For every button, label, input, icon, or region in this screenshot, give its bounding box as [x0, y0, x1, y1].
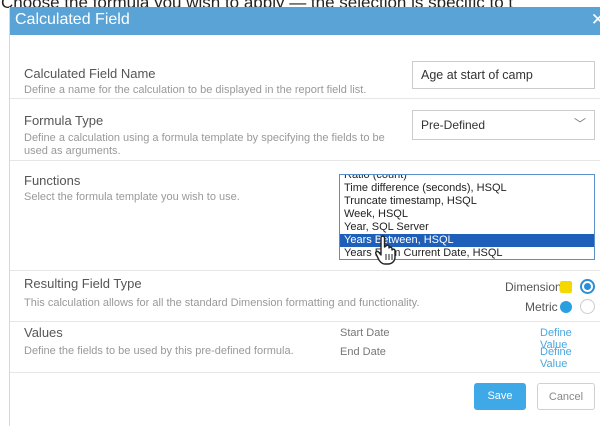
function-list-item[interactable]: Time difference (seconds), HSQL	[340, 182, 594, 195]
formula-type-select[interactable]: Pre-Defined ﹀	[412, 110, 595, 140]
dimension-option-label: Dimension	[505, 280, 562, 294]
metric-color-swatch	[560, 301, 572, 313]
end-date-label: End Date	[340, 346, 386, 358]
formula-type-value: Pre-Defined	[421, 118, 486, 132]
chevron-down-icon: ﹀	[573, 117, 586, 131]
function-list-item[interactable]: Truncate timestamp, HSQL	[340, 195, 594, 208]
field-name-input[interactable]: Age at start of camp	[412, 61, 595, 89]
function-list-item[interactable]: Year, SQL Server	[340, 221, 594, 234]
metric-radio[interactable]	[580, 299, 595, 314]
close-icon[interactable]: ✕	[591, 10, 600, 30]
dimension-color-swatch	[560, 281, 572, 293]
function-list-item[interactable]: Ratio (count)	[340, 175, 594, 182]
formula-type-description: Define a calculation using a formula tem…	[24, 132, 385, 157]
field-name-label: Calculated Field Name	[24, 66, 156, 81]
start-date-label: Start Date	[340, 327, 390, 339]
field-name-description: Define a name for the calculation to be …	[24, 84, 367, 96]
functions-label: Functions	[24, 173, 81, 188]
hand-cursor-icon	[375, 235, 396, 265]
calculated-field-dialog: Calculated Field ✕ Calculated Field Name…	[9, 7, 600, 426]
function-list-item[interactable]: Week, HSQL	[340, 208, 594, 221]
cancel-button[interactable]: Cancel	[537, 383, 595, 410]
values-description: Define the fields to be used by this pre…	[24, 345, 294, 357]
end-date-define-value-link[interactable]: Define Value	[540, 346, 600, 370]
formula-type-label: Formula Type	[24, 113, 104, 128]
dialog-titlebar: Calculated Field ✕	[10, 7, 600, 35]
dialog-title: Calculated Field	[15, 11, 130, 28]
save-button[interactable]: Save	[474, 383, 526, 410]
metric-option-label: Metric	[525, 300, 558, 314]
result-type-label: Resulting Field Type	[24, 276, 142, 291]
dimension-radio[interactable]	[580, 279, 595, 294]
result-type-description: This calculation allows for all the stan…	[24, 297, 420, 309]
values-label: Values	[24, 325, 63, 340]
